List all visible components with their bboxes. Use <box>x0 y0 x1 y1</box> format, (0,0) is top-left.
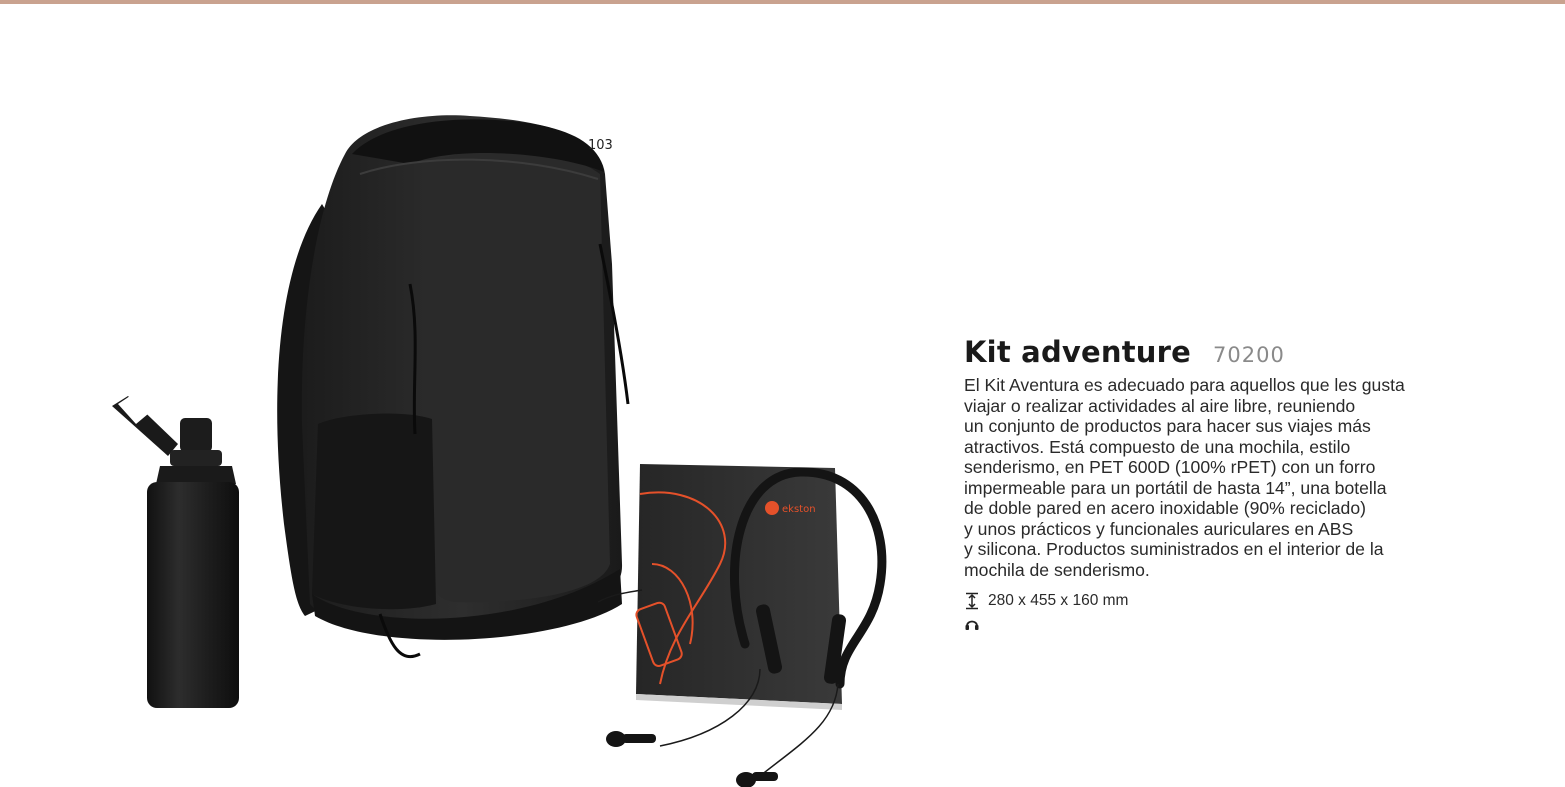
box-brand-label: ekston <box>782 504 816 515</box>
product-photo: ekston <box>112 115 887 787</box>
description-line: de doble pared en acero inoxidable (90% … <box>964 498 1366 518</box>
description-line: y unos prácticos y funcionales auricular… <box>964 518 1354 539</box>
description-line: atractivos. Está compuesto de una mochil… <box>964 436 1351 457</box>
description-line: mochila de senderismo. <box>964 559 1150 580</box>
height-arrow-icon <box>966 592 978 610</box>
product-title-row: Kit adventure 70200 <box>964 335 1524 369</box>
backpack-image <box>277 115 630 658</box>
description-line: senderismo, en PET 600D (100% rPET) con … <box>964 457 1376 477</box>
page-number: 103 <box>588 138 613 153</box>
description-line: un conjunto de productos para hacer sus … <box>964 416 1371 436</box>
water-bottle-image <box>112 396 239 708</box>
product-title: Kit adventure <box>964 335 1191 369</box>
product-info: Kit adventure 70200 El Kit Aventura es a… <box>964 335 1524 633</box>
description-line: y silicona. Productos suministrados en e… <box>964 539 1384 559</box>
feature-row <box>964 615 1524 633</box>
dimensions-row: 280 x 455 x 160 mm <box>964 592 1524 610</box>
product-description: El Kit Aventura es adecuado para aquello… <box>964 375 1464 580</box>
description-line: viajar o realizar actividades al aire li… <box>964 395 1356 416</box>
dimensions-value: 280 x 455 x 160 mm <box>988 592 1129 609</box>
description-line: impermeable para un portátil de hasta 14… <box>964 477 1387 498</box>
product-reference: 70200 <box>1213 343 1285 367</box>
description-line: El Kit Aventura es adecuado para aquello… <box>964 375 1405 395</box>
headphones-icon <box>965 620 979 630</box>
